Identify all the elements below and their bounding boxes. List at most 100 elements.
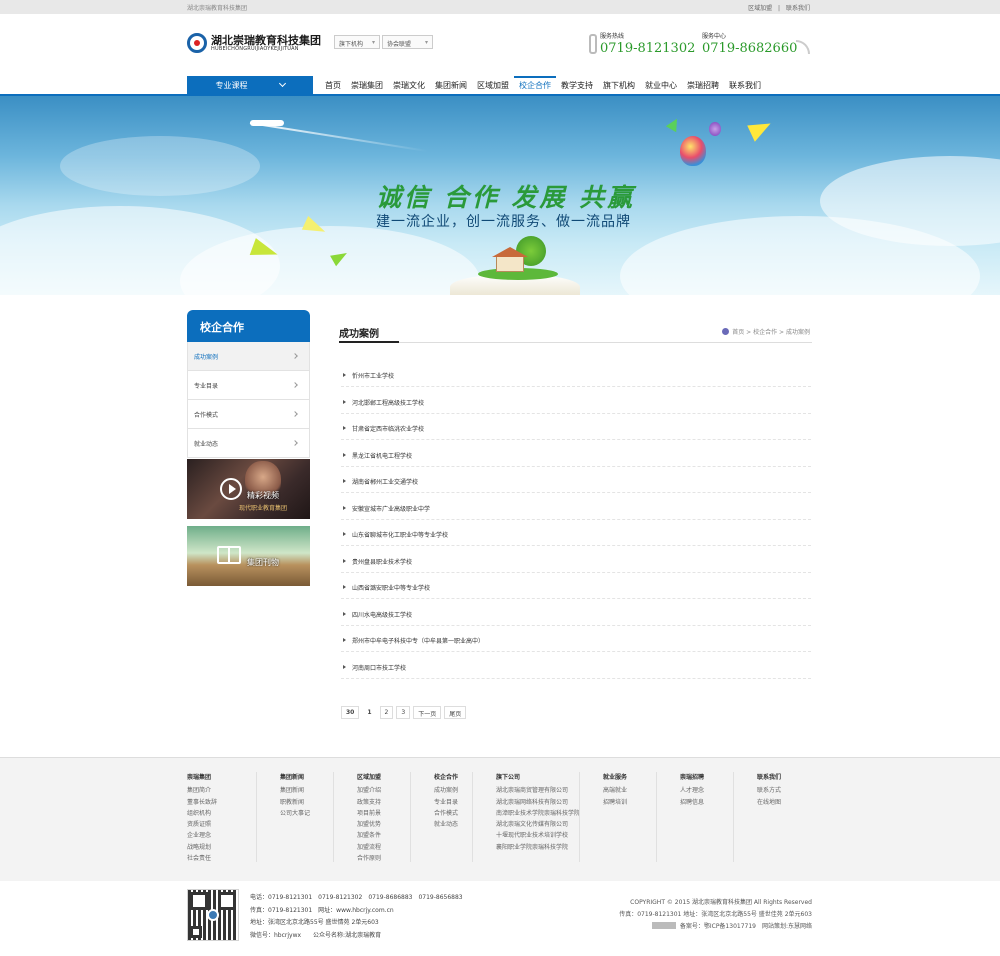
footer-link[interactable]: 资质证照 (187, 819, 217, 830)
pager-next[interactable]: 下一页 (413, 706, 442, 719)
nav-item[interactable]: 集团新闻 (430, 76, 472, 96)
sidebar-item-success-cases[interactable]: 成功案例 (187, 342, 310, 371)
footer-column-head[interactable]: 就业服务 (603, 772, 627, 783)
nav-item[interactable]: 首页 (320, 76, 346, 96)
sidebar-item-majors[interactable]: 专业目录 (187, 371, 310, 400)
footer-link[interactable]: 南漳职业技术学院崇瑞科技学院 (496, 808, 580, 819)
footer-link[interactable]: 合作模式 (434, 808, 458, 819)
balloon-small-icon (709, 122, 721, 136)
nav-item[interactable]: 崇瑞文化 (388, 76, 430, 96)
footer-divider (733, 772, 734, 862)
footer-link[interactable]: 职教新闻 (280, 797, 310, 808)
footer-link[interactable]: 加盟优势 (357, 819, 381, 830)
footer-column-head[interactable]: 旗下公司 (496, 772, 580, 783)
footer-link[interactable]: 加盟介绍 (357, 785, 381, 796)
pager-last[interactable]: 尾页 (444, 706, 467, 719)
logo[interactable]: 湖北崇瑞教育科技集团 HUBEICHONGRUIJIAOYKEJIJITUAN (187, 31, 321, 55)
nav-item[interactable]: 崇瑞招聘 (682, 76, 724, 96)
footer-link[interactable]: 湖北崇瑞网络科技有限公司 (496, 797, 580, 808)
list-item[interactable]: 忻州市工业学校 (341, 361, 811, 387)
footer-column-head[interactable]: 联系我们 (757, 772, 781, 783)
link-region-join[interactable]: 区域加盟 (748, 5, 772, 12)
list-item[interactable]: 黑龙江省机电工程学校 (341, 441, 811, 467)
footer-link[interactable]: 加盟条件 (357, 830, 381, 841)
sidebar-item-cooperation-mode[interactable]: 合作模式 (187, 400, 310, 429)
footer-link[interactable]: 公司大事记 (280, 808, 310, 819)
footer-link[interactable]: 专业目录 (434, 797, 458, 808)
footer-link[interactable]: 十堰现代职业技术培训学校 (496, 830, 580, 841)
list-item[interactable]: 贵州盘县职业技术学校 (341, 547, 811, 573)
top-bar: 湖北崇瑞教育科技集团 区域加盟 | 联系我们 (0, 0, 1000, 14)
nav-item[interactable]: 崇瑞集团 (346, 76, 388, 96)
house-roof-icon (492, 247, 528, 257)
footer-link[interactable]: 招聘培训 (603, 797, 627, 808)
dropdown-associations[interactable]: 协会联盟 ▾ (382, 35, 433, 49)
footer-link[interactable]: 董事长致辞 (187, 797, 217, 808)
pager-page-2[interactable]: 2 (379, 706, 394, 719)
contrail (249, 122, 428, 153)
nav-item[interactable]: 校企合作 (514, 76, 556, 96)
nav-item[interactable]: 联系我们 (724, 76, 766, 96)
dropdown-agencies[interactable]: 旗下机构 ▾ (334, 35, 380, 49)
list-item[interactable]: 河南周口市技工学校 (341, 653, 811, 679)
pager-page-1[interactable]: 1 (362, 706, 377, 719)
pager-page-3[interactable]: 3 (396, 706, 411, 719)
footer-link[interactable]: 湖北崇瑞商贸管理有限公司 (496, 785, 580, 796)
footer-link[interactable]: 加盟流程 (357, 842, 381, 853)
footer-link[interactable]: 集团简介 (187, 785, 217, 796)
footer-column-head[interactable]: 校企合作 (434, 772, 458, 783)
footer-link[interactable]: 战略规划 (187, 842, 217, 853)
footer-column-head[interactable]: 区域加盟 (357, 772, 381, 783)
chevron-right-icon (292, 411, 298, 417)
list-item[interactable]: 湖南省郴州工业交通学校 (341, 467, 811, 493)
footer-column: 就业服务高端就业 招聘培训 (603, 772, 627, 808)
nav-item[interactable]: 教学支持 (556, 76, 598, 96)
footer-link[interactable]: 襄阳职业学院崇瑞科技学院 (496, 842, 580, 853)
footer-divider (256, 772, 257, 862)
footer-link[interactable]: 成功案例 (434, 785, 458, 796)
footer-link[interactable]: 在线地图 (757, 797, 781, 808)
list-item[interactable]: 山东省聊城市化工职业中等专业学校 (341, 520, 811, 546)
promo-video[interactable]: 精彩视频 现代职业教育集团 (187, 459, 310, 519)
list-item[interactable]: 安徽宣城市广业高级职业中学 (341, 494, 811, 520)
footer-link[interactable]: 联系方式 (757, 785, 781, 796)
footer-link[interactable]: 高端就业 (603, 785, 627, 796)
footer-divider (472, 772, 473, 862)
breadcrumb-home[interactable]: 首页 (732, 329, 744, 336)
sidebar-title: 校企合作 (187, 310, 310, 342)
paper-plane-icon (747, 116, 775, 142)
nav-item[interactable]: 区域加盟 (472, 76, 514, 96)
list-item[interactable]: 甘肃省定西市临洮农业学校 (341, 414, 811, 440)
sidebar-item-employment-news[interactable]: 就业动态 (187, 429, 310, 458)
footer-link[interactable]: 社会责任 (187, 853, 217, 864)
list-item[interactable]: 河北邯郸工程高级技工学校 (341, 388, 811, 414)
breadcrumb-section[interactable]: 校企合作 (753, 329, 777, 336)
nav-item[interactable]: 就业中心 (640, 76, 682, 96)
footer-column-head[interactable]: 崇瑞招聘 (680, 772, 704, 783)
paper-plane-icon (665, 115, 683, 133)
page-title: 成功案例 (339, 329, 379, 340)
footer-link[interactable]: 合作原则 (357, 853, 381, 864)
footer-link[interactable]: 组织机构 (187, 808, 217, 819)
service-label: 服务中心 (702, 33, 727, 40)
list-item[interactable]: 山西省潞安职业中等专业学校 (341, 573, 811, 599)
footer-link[interactable]: 就业动态 (434, 819, 458, 830)
nav-item[interactable]: 旗下机构 (598, 76, 640, 96)
list-item[interactable]: 郑州市中牟电子科技中专（中牟县第一职业高中） (341, 626, 811, 652)
pagination: 30 1 2 3 下一页 尾页 (341, 706, 467, 719)
footer-column-head[interactable]: 集团新闻 (280, 772, 310, 783)
list-item[interactable]: 四川水电高级技工学校 (341, 600, 811, 626)
category-button[interactable]: 专业课程 (187, 76, 313, 96)
footer-link[interactable]: 人才理念 (680, 785, 704, 796)
footer-link[interactable]: 项目前景 (357, 808, 381, 819)
hotline-number: 0719-8121302 (600, 41, 696, 56)
footer-column-head[interactable]: 崇瑞集团 (187, 772, 217, 783)
footer-link[interactable]: 集团新闻 (280, 785, 310, 796)
title-divider (339, 341, 812, 343)
footer-link[interactable]: 湖北崇瑞文化传媒有限公司 (496, 819, 580, 830)
link-contact[interactable]: 联系我们 (786, 5, 810, 12)
footer-link[interactable]: 政策支持 (357, 797, 381, 808)
footer-link[interactable]: 企业理念 (187, 830, 217, 841)
promo-magazine[interactable]: 集团刊物 (187, 526, 310, 586)
footer-link[interactable]: 招聘信息 (680, 797, 704, 808)
